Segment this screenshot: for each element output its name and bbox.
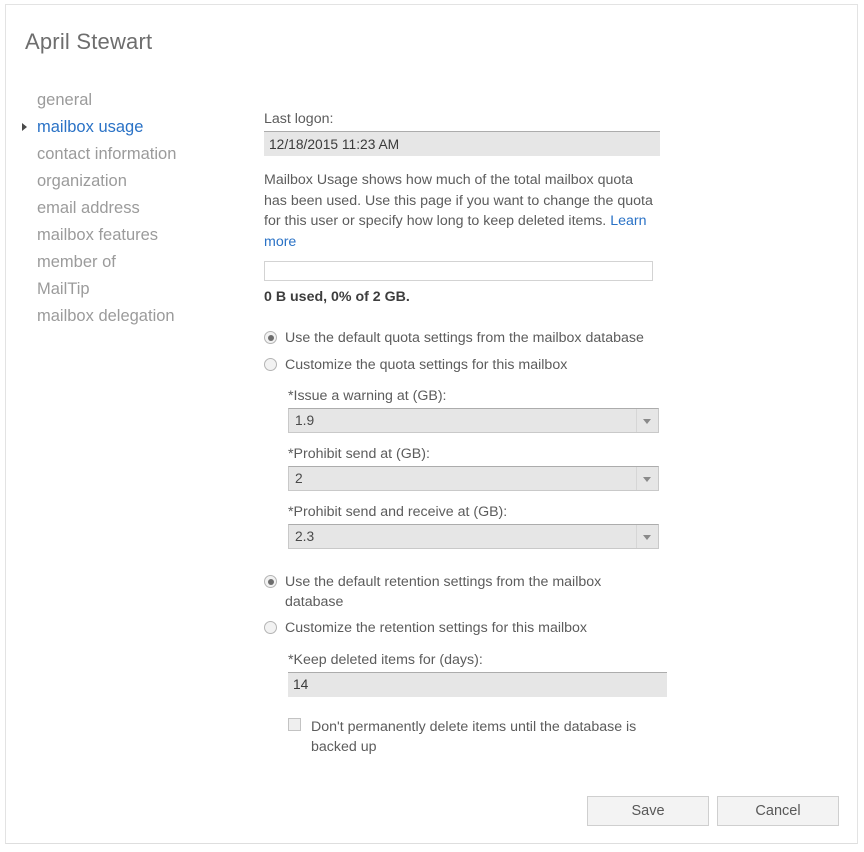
keep-deleted-items-field-group: *Keep deleted items for (days): 14 xyxy=(288,652,664,697)
prohibit-send-receive-field-group: *Prohibit send and receive at (GB): 2.3 xyxy=(288,504,664,549)
sidebar-item-email-address[interactable]: email address xyxy=(20,195,235,222)
prohibit-send-value: 2 xyxy=(289,467,658,490)
description-body: Mailbox Usage shows how much of the tota… xyxy=(264,172,653,229)
sidebar-item-label: general xyxy=(37,91,92,109)
save-button[interactable]: Save xyxy=(587,796,709,826)
sidebar-item-label: email address xyxy=(37,199,140,217)
last-logon-field: 12/18/2015 11:23 AM xyxy=(264,131,660,156)
checkbox-label: Don't permanently delete items until the… xyxy=(311,719,636,755)
chevron-right-icon xyxy=(22,123,27,131)
radio-label: Use the default retention settings from … xyxy=(285,574,601,610)
checkbox-icon xyxy=(288,718,301,731)
issue-warning-value: 1.9 xyxy=(289,409,658,432)
sidebar-item-label: mailbox usage xyxy=(37,118,143,136)
radio-label: Customize the retention settings for thi… xyxy=(285,620,587,636)
prohibit-send-dropdown[interactable]: 2 xyxy=(288,466,659,491)
radio-label: Use the default quota settings from the … xyxy=(285,330,644,346)
retention-settings-section: Use the default retention settings from … xyxy=(264,573,664,757)
radio-custom-retention[interactable]: Customize the retention settings for thi… xyxy=(264,619,660,639)
chevron-down-icon[interactable] xyxy=(636,409,658,432)
last-logon-label: Last logon: xyxy=(264,111,664,127)
radio-icon xyxy=(264,575,277,588)
prohibit-send-receive-dropdown[interactable]: 2.3 xyxy=(288,524,659,549)
sidebar-item-mailtip[interactable]: MailTip xyxy=(20,276,235,303)
prohibit-send-label: *Prohibit send at (GB): xyxy=(288,446,664,462)
sidebar-item-label: MailTip xyxy=(37,280,90,298)
sidebar-item-general[interactable]: general xyxy=(20,87,235,114)
sidebar-item-member-of[interactable]: member of xyxy=(20,249,235,276)
radio-default-retention[interactable]: Use the default retention settings from … xyxy=(264,573,660,612)
main-content: Last logon: 12/18/2015 11:23 AM Mailbox … xyxy=(264,111,664,757)
sidebar-item-mailbox-usage[interactable]: mailbox usage xyxy=(20,114,235,141)
prohibit-send-receive-label: *Prohibit send and receive at (GB): xyxy=(288,504,664,520)
prohibit-send-receive-value: 2.3 xyxy=(289,525,658,548)
radio-icon xyxy=(264,358,277,371)
sidebar-item-label: mailbox delegation xyxy=(37,307,175,325)
issue-warning-label: *Issue a warning at (GB): xyxy=(288,388,664,404)
checkbox-dont-permanently-delete[interactable]: Don't permanently delete items until the… xyxy=(288,717,641,757)
radio-custom-quota[interactable]: Customize the quota settings for this ma… xyxy=(264,356,660,376)
keep-deleted-items-label: *Keep deleted items for (days): xyxy=(288,652,664,668)
sidebar-item-label: organization xyxy=(37,172,127,190)
sidebar-item-label: member of xyxy=(37,253,116,271)
radio-icon xyxy=(264,331,277,344)
description-text: Mailbox Usage shows how much of the tota… xyxy=(264,170,656,252)
sidebar-item-label: contact information xyxy=(37,145,176,163)
dialog-panel: April Stewart general mailbox usage cont… xyxy=(5,4,858,844)
sidebar-item-mailbox-delegation[interactable]: mailbox delegation xyxy=(20,303,235,330)
chevron-down-icon[interactable] xyxy=(636,467,658,490)
sidebar-item-label: mailbox features xyxy=(37,226,158,244)
quota-usage-text: 0 B used, 0% of 2 GB. xyxy=(264,289,664,305)
sidebar-item-organization[interactable]: organization xyxy=(20,168,235,195)
quota-usage-progressbar xyxy=(264,261,653,281)
sidebar-nav: general mailbox usage contact informatio… xyxy=(20,87,235,330)
cancel-button[interactable]: Cancel xyxy=(717,796,839,826)
radio-label: Customize the quota settings for this ma… xyxy=(285,357,567,373)
issue-warning-dropdown[interactable]: 1.9 xyxy=(288,408,659,433)
prohibit-send-field-group: *Prohibit send at (GB): 2 xyxy=(288,446,664,491)
sidebar-item-contact-information[interactable]: contact information xyxy=(20,141,235,168)
chevron-down-icon[interactable] xyxy=(636,525,658,548)
sidebar-item-mailbox-features[interactable]: mailbox features xyxy=(20,222,235,249)
issue-warning-field-group: *Issue a warning at (GB): 1.9 xyxy=(288,388,664,433)
dialog-footer: Save Cancel xyxy=(6,785,857,843)
keep-deleted-items-input[interactable]: 14 xyxy=(288,672,667,697)
radio-icon xyxy=(264,621,277,634)
quota-settings-section: Use the default quota settings from the … xyxy=(264,329,664,549)
radio-default-quota[interactable]: Use the default quota settings from the … xyxy=(264,329,660,349)
page-title: April Stewart xyxy=(25,29,152,55)
